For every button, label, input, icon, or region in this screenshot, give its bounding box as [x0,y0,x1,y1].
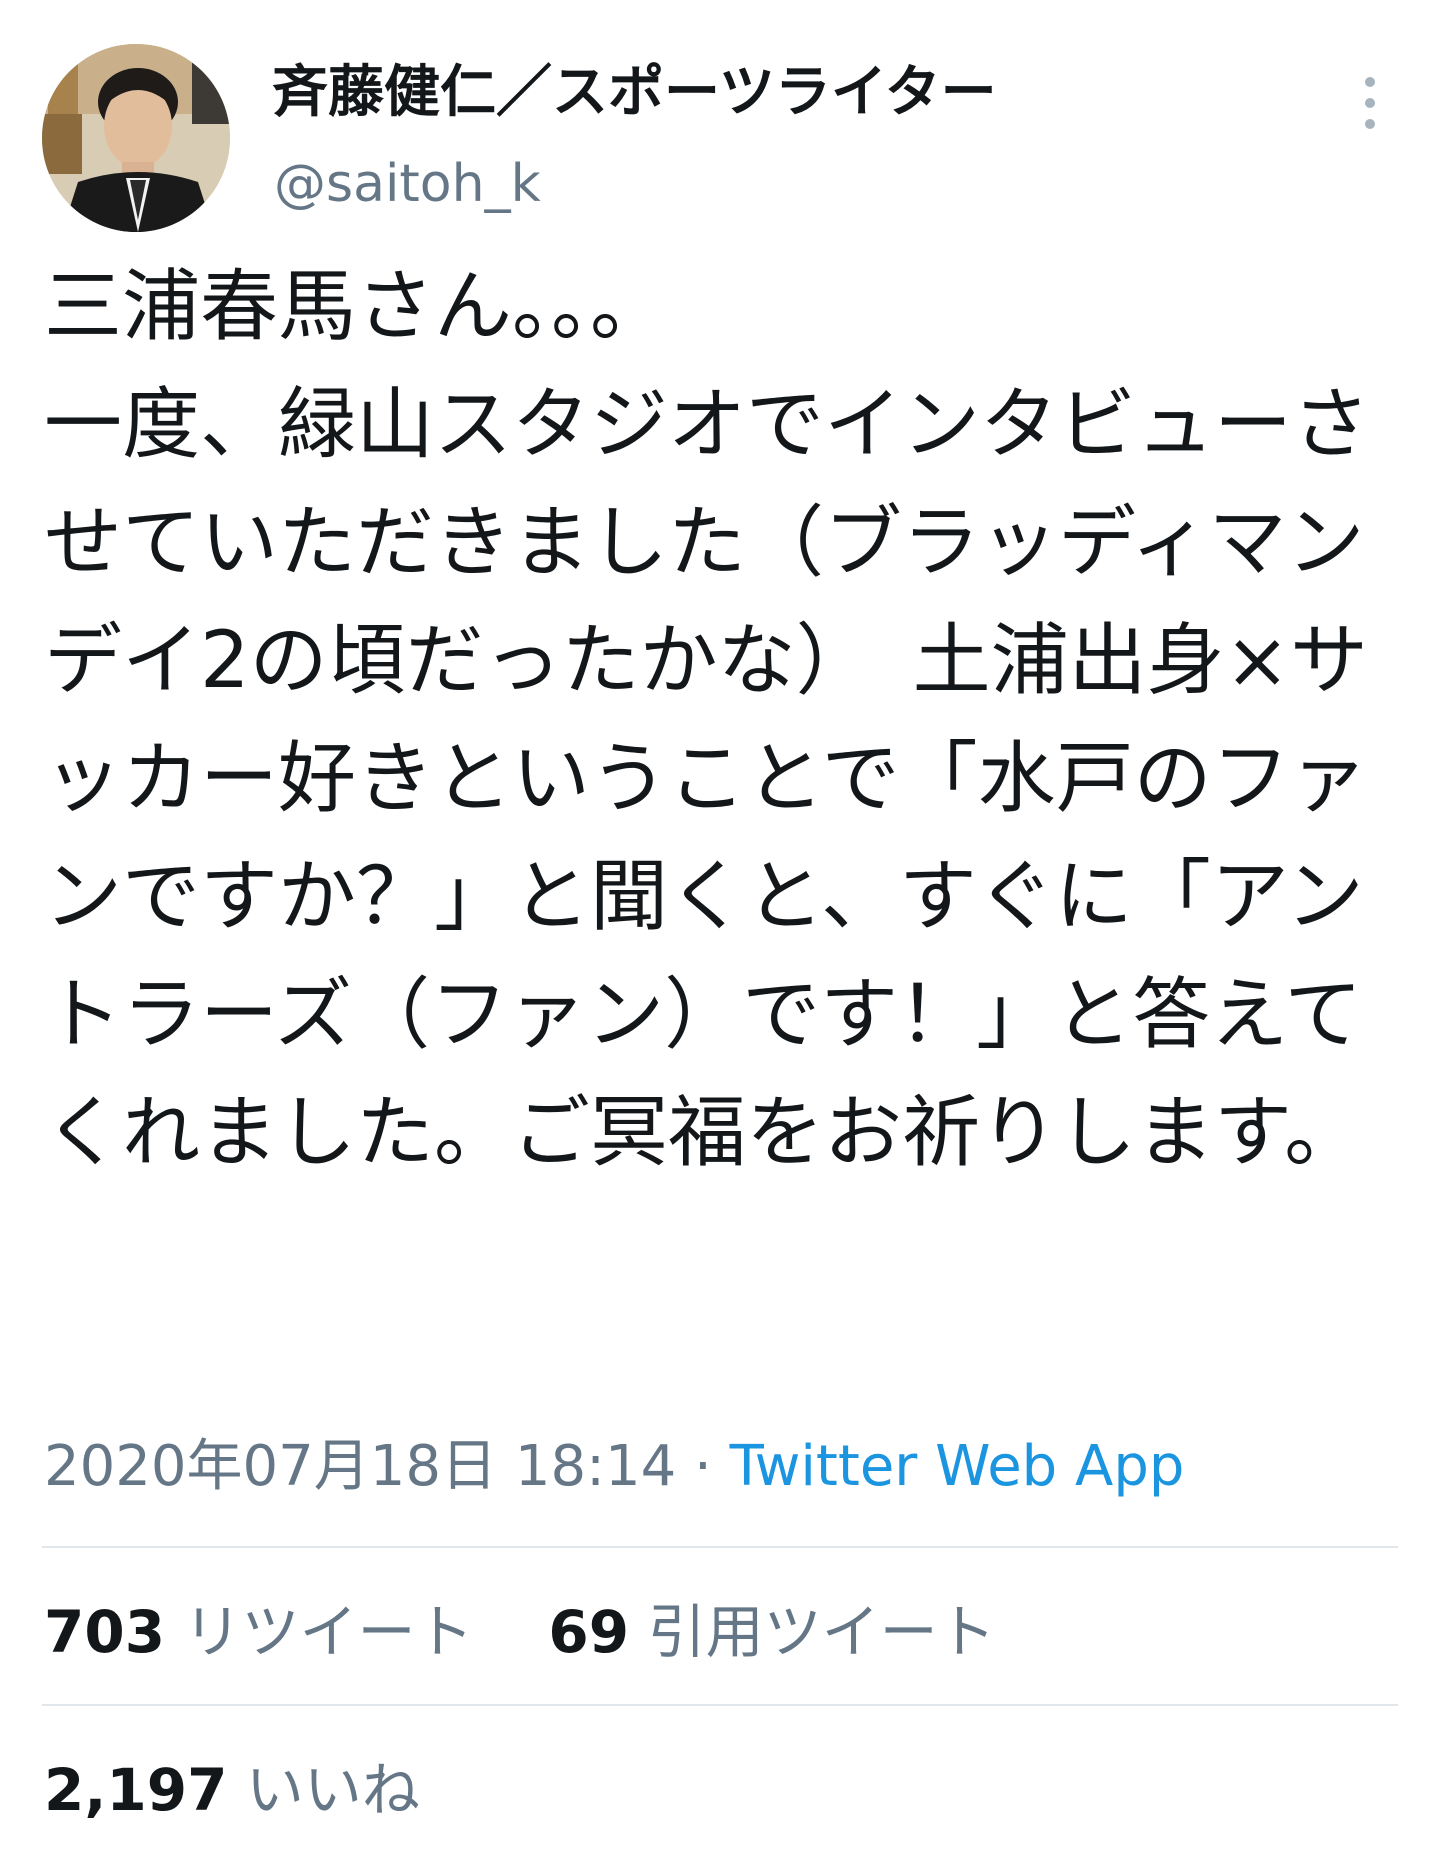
display-name[interactable]: 斉藤健仁／スポーツライター [272,58,997,128]
avatar-image [42,44,230,232]
likes-stat[interactable]: 2,197 いいね [44,1754,420,1826]
tweet-detail: 斉藤健仁／スポーツライター @saitoh_k 三浦春馬さん。。。 一度、緑山ス… [0,0,1440,1862]
retweet-stats-row: 703 リツイート 69 引用ツイート [44,1596,996,1668]
tweet-timestamp[interactable]: 2020年07月18日 18:14 [44,1434,676,1499]
retweets-label: リツイート [183,1598,474,1666]
likes-label: いいね [245,1756,420,1824]
quotes-count: 69 [548,1598,630,1666]
likes-count: 2,197 [44,1756,228,1824]
user-handle[interactable]: @saitoh_k [274,152,541,216]
quotes-label: 引用ツイート [647,1598,996,1666]
likes-stats-row: 2,197 いいね [44,1754,420,1826]
divider [42,1546,1398,1548]
tweet-meta: 2020年07月18日 18:14 · Twitter Web App [44,1432,1184,1502]
more-vertical-icon[interactable] [1350,68,1390,138]
divider [42,1704,1398,1706]
tweet-text: 三浦春馬さん。。。 一度、緑山スタジオでインタビューさせていただきました（ブラッ… [44,262,1371,1178]
quotes-stat[interactable]: 69 引用ツイート [548,1596,995,1668]
retweets-stat[interactable]: 703 リツイート [44,1596,474,1668]
tweet-source-link[interactable]: Twitter Web App [730,1434,1185,1499]
avatar[interactable] [42,44,230,232]
retweets-count: 703 [44,1598,166,1666]
meta-separator: · [676,1434,730,1499]
